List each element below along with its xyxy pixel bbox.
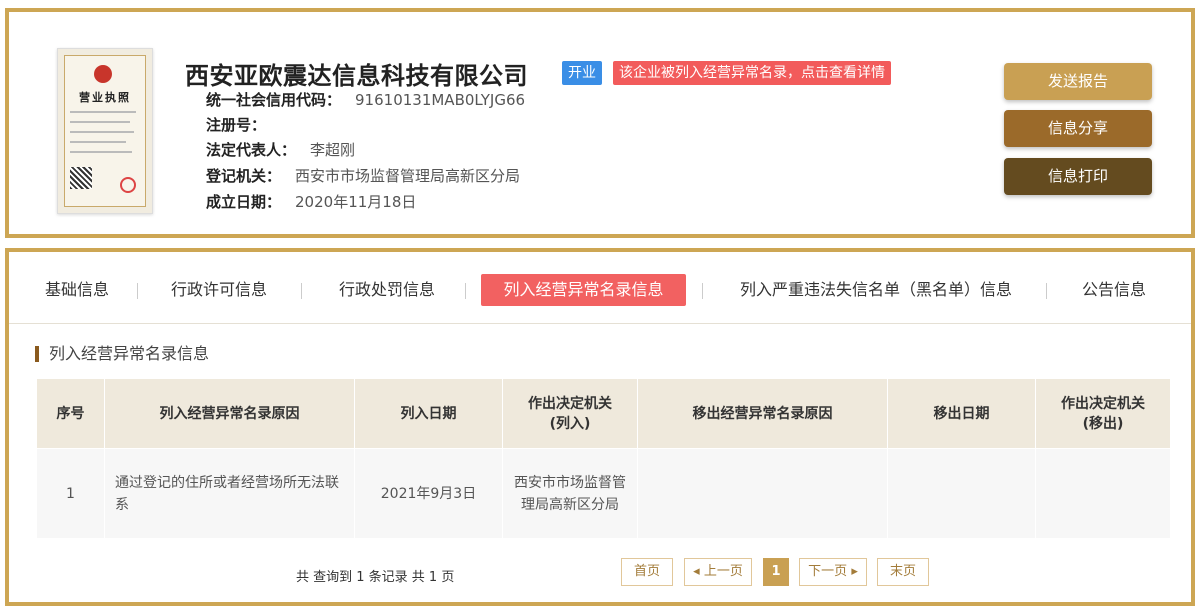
tab-bar: 基础信息 行政许可信息 行政处罚信息 列入经营异常名录信息 列入严重违法失信名单…: [9, 252, 1191, 324]
license-text-line: [70, 131, 134, 133]
info-value: 2020年11月18日: [295, 193, 417, 211]
cell-list-date: 2021年9月3日: [354, 448, 503, 539]
info-value: 91610131MAB0LYJG66: [355, 91, 526, 109]
info-legal-representative: 法定代表人： 李超刚: [206, 139, 355, 160]
info-label: 统一社会信用代码：: [206, 91, 342, 109]
pager-prev-label: 上一页: [703, 564, 743, 579]
table-row: 1 通过登记的住所或者经营场所无法联系 2021年9月3日 西安市市场监督管理局…: [36, 448, 1171, 539]
status-badge: 开业: [562, 61, 602, 85]
col-header-remove-reason: 移出经营异常名录原因: [637, 378, 888, 449]
license-title: 营业执照: [79, 91, 131, 104]
col-header-remove-authority: 作出决定机关 (移出): [1035, 378, 1171, 449]
section-title: 列入经营异常名录信息: [35, 346, 209, 362]
tab-divider: [1046, 283, 1047, 299]
pager-last-button[interactable]: 末页: [877, 558, 929, 586]
tab-blacklist[interactable]: 列入严重违法失信名单（黑名单）信息: [718, 274, 1034, 306]
col-header-index: 序号: [36, 378, 105, 449]
tab-announcements[interactable]: 公告信息: [1066, 274, 1162, 306]
col-header-list-authority: 作出决定机关 (列入): [502, 378, 638, 449]
cell-remove-reason: [637, 448, 888, 539]
info-label: 法定代表人：: [206, 141, 297, 159]
pager-next-button[interactable]: 下一页 ▸: [799, 558, 867, 586]
abnormal-records-table: 序号 列入经营异常名录原因 列入日期 作出决定机关 (列入) 移出经营异常名录原…: [36, 378, 1171, 539]
abnormal-alert-link[interactable]: 该企业被列入经营异常名录，点击查看详情: [613, 61, 891, 85]
tab-admin-penalty[interactable]: 行政处罚信息: [321, 274, 453, 306]
info-value: 西安市市场监督管理局高新区分局: [295, 167, 521, 185]
tab-divider: [301, 283, 302, 299]
info-registration-number: 注册号：: [206, 114, 280, 135]
records-summary: 共 查询到 1 条记录 共 1 页: [296, 570, 455, 585]
info-label: 注册号：: [206, 116, 267, 134]
cell-list-authority: 西安市市场监督管理局高新区分局: [502, 448, 638, 539]
details-panel: 基础信息 行政许可信息 行政处罚信息 列入经营异常名录信息 列入严重违法失信名单…: [5, 248, 1195, 606]
table-header-row: 序号 列入经营异常名录原因 列入日期 作出决定机关 (列入) 移出经营异常名录原…: [36, 378, 1171, 449]
business-license-image[interactable]: 营业执照: [57, 48, 153, 214]
share-info-button[interactable]: 信息分享: [1004, 110, 1152, 147]
send-report-button[interactable]: 发送报告: [1004, 63, 1152, 100]
tab-abnormal-operations[interactable]: 列入经营异常名录信息: [481, 274, 686, 306]
info-credit-code: 统一社会信用代码： 91610131MAB0LYJG66: [206, 89, 525, 110]
tab-divider: [702, 283, 703, 299]
national-emblem-icon: [94, 65, 112, 83]
col-header-list-date: 列入日期: [354, 378, 503, 449]
company-header-panel: 营业执照 西安亚欧震达信息科技有限公司 开业 该企业被列入经营异常名录，点击查看…: [5, 8, 1195, 238]
cell-remove-authority: [1035, 448, 1171, 539]
license-text-line: [70, 141, 126, 143]
tab-admin-license[interactable]: 行政许可信息: [157, 274, 281, 306]
info-value: 李超刚: [310, 141, 356, 159]
cell-index: 1: [36, 448, 105, 539]
pager-current-page[interactable]: 1: [763, 558, 789, 586]
print-info-button[interactable]: 信息打印: [1004, 158, 1152, 195]
col-header-remove-date: 移出日期: [887, 378, 1036, 449]
license-text-line: [70, 151, 132, 153]
qr-code-icon: [70, 167, 92, 189]
tab-basic-info[interactable]: 基础信息: [29, 274, 125, 306]
col-header-list-reason: 列入经营异常名录原因: [104, 378, 355, 449]
chevron-left-icon: ◂: [693, 564, 700, 579]
pager-prev-button[interactable]: ◂ 上一页: [684, 558, 752, 586]
pager-first-button[interactable]: 首页: [621, 558, 673, 586]
info-registration-authority: 登记机关： 西安市市场监督管理局高新区分局: [206, 165, 520, 186]
company-name: 西安亚欧震达信息科技有限公司: [185, 62, 528, 90]
license-text-line: [70, 121, 130, 123]
chevron-right-icon: ▸: [851, 564, 858, 579]
info-establishment-date: 成立日期： 2020年11月18日: [206, 191, 416, 212]
official-seal-icon: [120, 177, 136, 193]
license-text-line: [70, 111, 136, 113]
tab-divider: [465, 283, 466, 299]
info-label: 登记机关：: [206, 167, 282, 185]
tab-divider: [137, 283, 138, 299]
cell-list-reason: 通过登记的住所或者经营场所无法联系: [104, 448, 355, 539]
info-label: 成立日期：: [206, 193, 282, 211]
pager-next-label: 下一页: [808, 564, 848, 579]
cell-remove-date: [887, 448, 1036, 539]
